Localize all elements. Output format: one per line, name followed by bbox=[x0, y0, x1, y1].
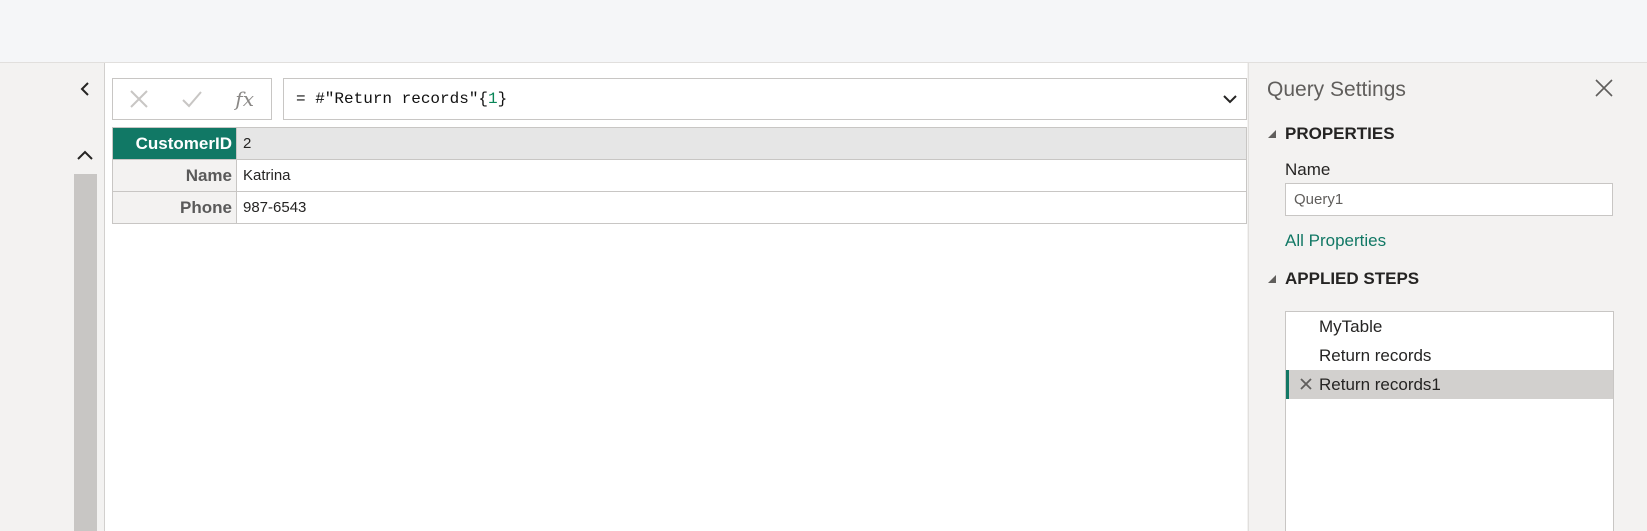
record-field-value[interactable]: 987-6543 bbox=[237, 192, 1246, 223]
applied-step[interactable]: Return records bbox=[1286, 341, 1613, 370]
applied-steps-list: MyTable Return records Return records1 bbox=[1285, 311, 1614, 531]
formula-bar[interactable]: = #"Return records"{1} bbox=[283, 78, 1247, 120]
all-properties-link[interactable]: All Properties bbox=[1285, 231, 1386, 251]
record-row[interactable]: CustomerID 2 bbox=[113, 128, 1246, 160]
record-field-value[interactable]: Katrina bbox=[237, 160, 1246, 191]
record-field-name[interactable]: Phone bbox=[113, 192, 237, 223]
formula-actions: fx bbox=[112, 78, 272, 120]
applied-step-label: Return records bbox=[1319, 345, 1432, 365]
applied-step-label: Return records1 bbox=[1319, 374, 1441, 394]
record-field-name[interactable]: Name bbox=[113, 160, 237, 191]
formula-prefix: = #"Return records"{ bbox=[296, 90, 489, 108]
pane-title: Query Settings bbox=[1267, 78, 1406, 101]
applied-step[interactable]: MyTable bbox=[1286, 312, 1613, 341]
record-row[interactable]: Phone 987-6543 bbox=[113, 192, 1246, 224]
scroll-up-button[interactable] bbox=[74, 144, 96, 166]
chevron-up-icon bbox=[77, 150, 93, 160]
record-field-name[interactable]: CustomerID bbox=[113, 128, 237, 159]
properties-heading-label: PROPERTIES bbox=[1285, 124, 1395, 143]
applied-step-label: MyTable bbox=[1319, 316, 1383, 336]
chevron-down-icon bbox=[1223, 95, 1237, 104]
record-field-value[interactable]: 2 bbox=[237, 128, 1246, 159]
commit-formula-button[interactable] bbox=[172, 81, 212, 117]
cancel-formula-button[interactable] bbox=[119, 81, 159, 117]
formula-suffix: } bbox=[497, 90, 508, 108]
close-icon bbox=[1595, 79, 1613, 97]
applied-step[interactable]: Return records1 bbox=[1286, 370, 1613, 399]
fx-icon: fx bbox=[235, 87, 254, 111]
expand-queries-pane-button[interactable] bbox=[74, 78, 96, 100]
query-name-input[interactable] bbox=[1285, 183, 1613, 216]
record-view: CustomerID 2 Name Katrina Phone 987-6543 bbox=[112, 127, 1247, 224]
name-label: Name bbox=[1285, 160, 1331, 179]
formula-index: 1 bbox=[488, 90, 498, 108]
collapse-triangle-icon bbox=[1268, 130, 1276, 138]
ribbon-area bbox=[0, 0, 1647, 63]
insert-function-button[interactable]: fx bbox=[225, 81, 265, 117]
collapse-triangle-icon bbox=[1268, 275, 1276, 283]
record-row[interactable]: Name Katrina bbox=[113, 160, 1246, 192]
checkmark-icon bbox=[182, 91, 202, 108]
close-pane-button[interactable] bbox=[1591, 75, 1617, 101]
main-content: fx = #"Return records"{1} CustomerID 2 Nam… bbox=[105, 63, 1247, 531]
applied-steps-heading[interactable]: APPLIED STEPS bbox=[1267, 269, 1419, 289]
chevron-left-icon bbox=[80, 82, 89, 96]
vertical-scrollbar[interactable] bbox=[74, 174, 97, 531]
close-icon bbox=[130, 90, 149, 108]
delete-step-icon[interactable] bbox=[1298, 376, 1314, 392]
applied-steps-heading-label: APPLIED STEPS bbox=[1285, 269, 1420, 288]
properties-heading[interactable]: PROPERTIES bbox=[1267, 124, 1395, 144]
query-settings-pane: Query Settings PROPERTIES Name All Prope… bbox=[1248, 63, 1647, 531]
expand-formula-button[interactable] bbox=[1214, 79, 1246, 119]
formula-text[interactable]: = #"Return records"{1} bbox=[296, 90, 507, 108]
